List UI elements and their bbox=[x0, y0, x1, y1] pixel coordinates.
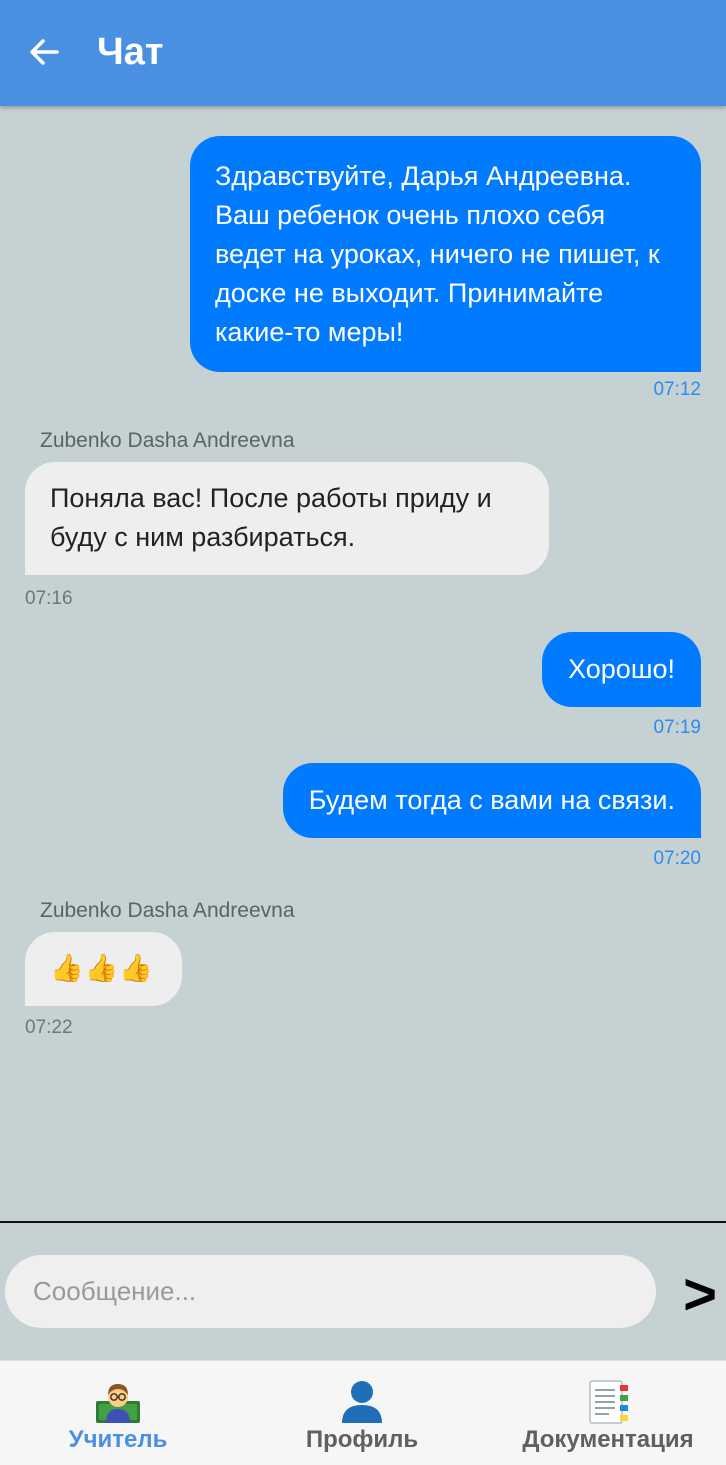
send-button[interactable]: > bbox=[676, 1263, 724, 1327]
message-time: 07:19 bbox=[653, 717, 701, 738]
tab-label: Документация bbox=[522, 1426, 694, 1453]
message-bubble-outgoing: Будем тогда с вами на связи. bbox=[282, 763, 701, 838]
message-bubble-outgoing: Здравствуйте, Дарья Андреевна. Ваш ребен… bbox=[190, 136, 701, 372]
message-time: 07:12 bbox=[653, 379, 701, 400]
tab-teacher[interactable]: Учитель bbox=[18, 1361, 218, 1465]
profile-icon bbox=[342, 1381, 382, 1423]
tab-documentation[interactable]: Документация bbox=[508, 1361, 708, 1465]
message-bubble-incoming: Поняла вас! После работы приду и буду с … bbox=[25, 462, 549, 575]
tab-label: Профиль bbox=[305, 1426, 419, 1453]
page-title: Чат bbox=[97, 31, 164, 73]
arrow-left-icon bbox=[30, 39, 59, 65]
document-icon bbox=[589, 1380, 628, 1424]
message-input[interactable] bbox=[5, 1255, 656, 1328]
message-time: 07:16 bbox=[25, 588, 73, 609]
teacher-icon bbox=[96, 1384, 140, 1423]
message-sender: Zubenko Dasha Andreevna bbox=[40, 899, 295, 922]
message-time: 07:20 bbox=[653, 848, 701, 869]
message-time: 07:22 bbox=[25, 1017, 73, 1038]
message-bubble-incoming: 👍👍👍 bbox=[25, 932, 182, 1006]
chat-area[interactable]: Здравствуйте, Дарья Андреевна. Ваш ребен… bbox=[0, 106, 726, 1222]
tab-profile[interactable]: Профиль bbox=[262, 1361, 462, 1465]
back-button[interactable] bbox=[22, 30, 66, 74]
app-bar: Чат bbox=[0, 0, 726, 106]
message-sender: Zubenko Dasha Andreevna bbox=[40, 429, 295, 452]
message-bubble-outgoing: Хорошо! bbox=[542, 632, 701, 707]
bottom-tab-bar: Учитель Профиль Документация bbox=[0, 1360, 726, 1465]
tab-label: Учитель bbox=[68, 1426, 168, 1453]
message-composer: > bbox=[0, 1223, 726, 1360]
